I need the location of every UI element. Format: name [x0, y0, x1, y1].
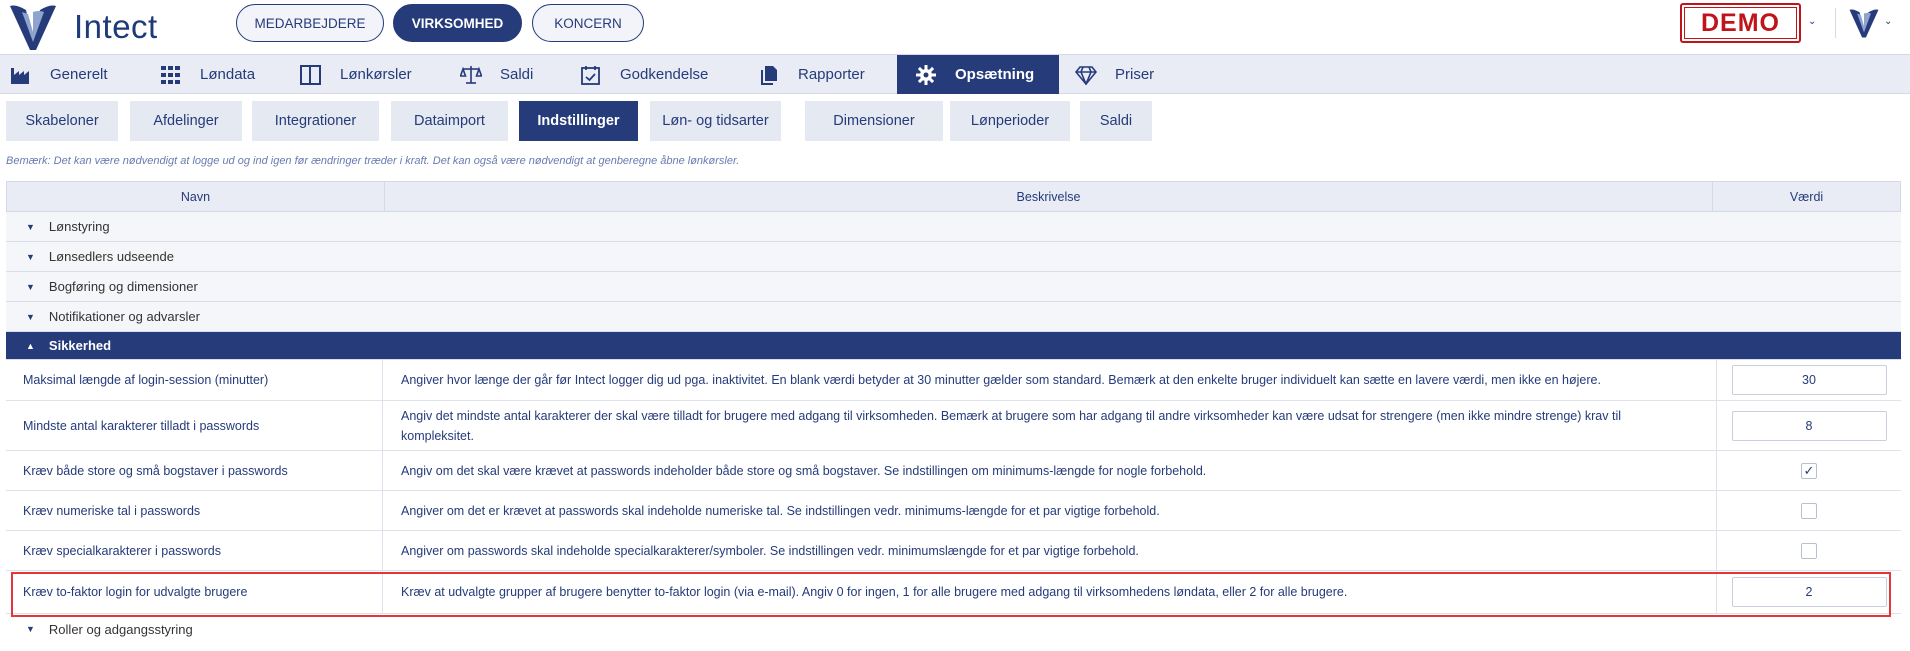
row-desc: Angiv det mindste antal karakterer der s…: [383, 401, 1717, 450]
note-text: Bemærk: Det kan være nødvendigt at logge…: [6, 155, 740, 167]
group-roller[interactable]: ▼ Roller og adgangsstyring: [6, 614, 1901, 644]
logo-icon: [10, 5, 56, 50]
logo-text: Intect: [74, 8, 158, 45]
gear-icon: [916, 64, 936, 85]
group-label: Roller og adgangsstyring: [48, 621, 193, 637]
subtab-saldi[interactable]: Saldi: [1080, 101, 1152, 141]
nav-generelt[interactable]: Generelt: [10, 55, 150, 94]
subtab-loen-og-tidsarter[interactable]: Løn- og tidsarter: [650, 101, 781, 141]
tab-medarbejdere[interactable]: MEDARBEJDERE: [236, 4, 384, 42]
nav-label: Opsætning: [955, 66, 1035, 83]
nav-label: Godkendelse: [620, 66, 709, 83]
calendar-check-icon: [581, 65, 600, 85]
subtab-skabeloner[interactable]: Skabeloner: [6, 101, 118, 141]
group-bogfoering[interactable]: ▼ Bogføring og dimensioner: [6, 272, 1901, 302]
diamond-icon: [1075, 65, 1097, 85]
caret-up-icon: ▲: [26, 340, 35, 351]
factory-icon: [11, 67, 29, 84]
group-label: Lønsedlers udseende: [48, 249, 174, 264]
caret-down-icon: ▼: [26, 311, 35, 322]
row-name: Kræv både store og små bogstaver i passw…: [6, 451, 383, 490]
caret-down-icon: ▼: [26, 281, 35, 292]
chevron-down-icon[interactable]: ⌄: [1808, 16, 1816, 27]
header-beskrivelse: Beskrivelse: [385, 182, 1713, 211]
row-name: Kræv specialkarakterer i passwords: [6, 531, 383, 570]
group-label: Lønstyring: [48, 219, 110, 234]
tab-koncern[interactable]: KONCERN: [532, 4, 644, 42]
demo-label: DEMO: [1684, 7, 1797, 39]
scale-icon: [460, 65, 482, 84]
subtab-dataimport[interactable]: Dataimport: [391, 101, 508, 141]
group-loensedlers-udseende[interactable]: ▼ Lønsedlers udseende: [6, 242, 1901, 272]
columns-icon: [300, 64, 321, 85]
nav-loenkoersler[interactable]: Lønkørsler: [300, 55, 450, 94]
nav-label: Generelt: [50, 66, 108, 83]
caret-down-icon: ▼: [26, 624, 35, 634]
nav-godkendelse[interactable]: Godkendelse: [580, 55, 740, 94]
nav-saldi[interactable]: Saldi: [460, 55, 580, 94]
user-menu[interactable]: [1847, 6, 1881, 45]
settings-table: Navn Beskrivelse Værdi ▼ Lønstyring ▼ Lø…: [6, 181, 1901, 644]
table-row: Mindste antal karakterer tilladt i passw…: [6, 401, 1901, 451]
checkbox[interactable]: ✓: [1801, 462, 1817, 479]
subtab-loenperioder[interactable]: Lønperioder: [950, 101, 1070, 141]
demo-badge: DEMO: [1680, 3, 1801, 43]
nav-rapporter[interactable]: Rapporter: [758, 55, 908, 94]
tab-virksomhed[interactable]: VIRKSOMHED: [393, 4, 522, 42]
divider: [1835, 8, 1836, 38]
caret-down-icon: ▼: [26, 221, 35, 232]
user-logo-icon: [1849, 9, 1879, 38]
top-bar: Intect MEDARBEJDERE VIRKSOMHED KONCERN D…: [0, 0, 1910, 54]
nav-loendata[interactable]: Løndata: [160, 55, 300, 94]
subtab-dimensioner[interactable]: Dimensioner: [805, 101, 943, 141]
highlight-box: [11, 572, 1891, 617]
nav-label: Saldi: [500, 66, 534, 83]
row-name: Maksimal længde af login-session (minutt…: [6, 360, 383, 400]
nav-label: Løndata: [200, 66, 256, 83]
checkbox[interactable]: [1801, 542, 1817, 559]
nav-label: Priser: [1115, 66, 1155, 83]
value-input[interactable]: 30: [1731, 365, 1887, 395]
group-sikkerhed[interactable]: ▲ Sikkerhed: [6, 332, 1901, 360]
group-loenstyring[interactable]: ▼ Lønstyring: [6, 212, 1901, 242]
nav-label: Lønkørsler: [340, 66, 412, 83]
table-row: Kræv specialkarakterer i passwords Angiv…: [6, 531, 1901, 571]
subtab-indstillinger[interactable]: Indstillinger: [519, 101, 638, 141]
row-name: Mindste antal karakterer tilladt i passw…: [6, 401, 383, 450]
group-notifikationer[interactable]: ▼ Notifikationer og advarsler: [6, 302, 1901, 332]
table-row: Kræv numeriske tal i passwords Angiver o…: [6, 491, 1901, 531]
table-header: Navn Beskrivelse Værdi: [6, 181, 1901, 212]
group-label: Notifikationer og advarsler: [48, 309, 200, 324]
row-desc: Angiver hvor længe der går før Intect lo…: [383, 360, 1717, 400]
checkbox[interactable]: [1801, 502, 1817, 519]
nav-opsaetning[interactable]: Opsætning: [897, 55, 1059, 94]
intect-logo[interactable]: Intect: [6, 2, 158, 52]
row-name: Kræv numeriske tal i passwords: [6, 491, 383, 530]
row-desc: Angiver om det er krævet at passwords sk…: [383, 491, 1717, 530]
subtab-integrationer[interactable]: Integrationer: [252, 101, 379, 141]
group-label: Bogføring og dimensioner: [48, 279, 198, 294]
grid-table-icon: [161, 65, 180, 84]
nav-priser[interactable]: Priser: [1075, 55, 1195, 94]
caret-down-icon: ▼: [26, 251, 35, 262]
nav-label: Rapporter: [798, 66, 865, 83]
header-vaerdi: Værdi: [1789, 189, 1824, 204]
header-navn: Navn: [7, 182, 385, 211]
row-desc: Angiver om passwords skal indeholde spec…: [383, 531, 1717, 570]
value-input[interactable]: 8: [1731, 410, 1887, 441]
table-row: Kræv både store og små bogstaver i passw…: [6, 451, 1901, 491]
subtab-afdelinger[interactable]: Afdelinger: [130, 101, 242, 141]
main-nav: Generelt Løndata Lønkørsler Saldi Godken…: [0, 54, 1910, 94]
table-row: Maksimal længde af login-session (minutt…: [6, 360, 1901, 401]
documents-icon: [761, 65, 777, 85]
group-label: Sikkerhed: [48, 338, 112, 353]
chevron-down-icon[interactable]: ⌄: [1884, 16, 1892, 27]
row-desc: Angiv om det skal være krævet at passwor…: [383, 451, 1717, 490]
